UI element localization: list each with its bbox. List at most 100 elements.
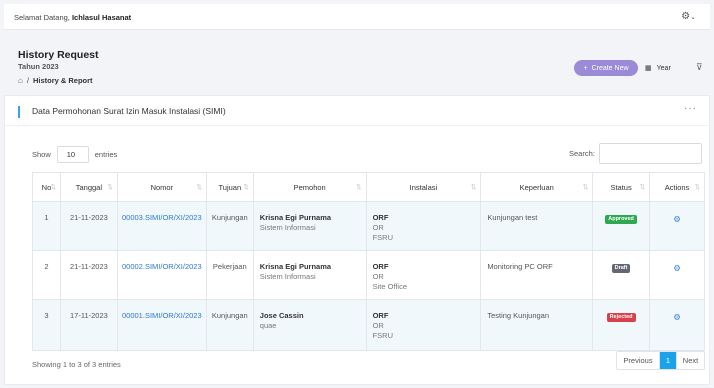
cell-instalasi: ORF OR FSRU <box>365 201 482 251</box>
create-new-button[interactable]: + Create New <box>574 60 638 76</box>
card-title: Data Permohonan Surat Izin Masuk Instala… <box>32 106 226 116</box>
cell-no: 1 <box>32 201 61 251</box>
instalasi-main: ORF <box>372 213 389 222</box>
nomor-link[interactable]: 00002.SIMI/OR/XI/2023 <box>122 262 202 271</box>
cell-actions: ⚙ <box>649 250 705 300</box>
sort-icon: ⇅ <box>107 184 113 191</box>
table-row: 1 21-11-2023 00003.SIMI/OR/XI/2023 Kunju… <box>32 201 705 251</box>
cell-status: Approved <box>592 201 651 251</box>
column-header-status[interactable]: Status ⇅ <box>592 172 651 202</box>
sort-icon: ⇅ <box>582 184 589 191</box>
page-1-button[interactable]: 1 <box>660 352 676 369</box>
breadcrumb-separator: / <box>26 76 29 85</box>
page-year: Tahun 2023 <box>18 62 59 71</box>
user-settings-menu[interactable]: ⚙⌄ <box>681 11 696 22</box>
entries-select[interactable]: 10 <box>56 146 89 163</box>
cell-no: 3 <box>32 299 61 351</box>
breadcrumb: ⌂ / History & Report <box>18 76 93 85</box>
cell-nomor: 00002.SIMI/OR/XI/2023 <box>116 250 207 300</box>
gear-icon[interactable]: ⚙ <box>673 214 681 224</box>
sort-icon: ⇅ <box>196 184 202 191</box>
cell-status: Draft <box>592 250 651 300</box>
cell-nomor: 00003.SIMI/OR/XI/2023 <box>116 201 207 251</box>
column-header-instalasi[interactable]: Instalasi ⇅ <box>365 172 482 202</box>
column-header-nomor[interactable]: Nomor ⇅ <box>116 172 207 202</box>
cell-nomor: 00001.SIMI/OR/XI/2023 <box>116 299 207 351</box>
cell-tanggal: 21-11-2023 <box>59 250 118 300</box>
instalasi-main: ORF <box>372 311 389 320</box>
sort-icon: ⇅ <box>639 184 646 191</box>
pagination: Previous 1 Next <box>616 351 705 370</box>
pemohon-dept: quae <box>259 321 277 330</box>
card-header: Data Permohonan Surat Izin Masuk Instala… <box>5 96 709 126</box>
breadcrumb-current: History & Report <box>32 76 93 85</box>
instalasi-line: OR <box>372 272 384 281</box>
cell-tujuan: Pekerjaan <box>205 250 254 300</box>
sort-icon: ⇅ <box>356 184 362 191</box>
page-title: History Request <box>18 49 99 61</box>
gear-icon: ⚙ <box>681 11 691 22</box>
cell-tanggal: 21-11-2023 <box>59 201 118 251</box>
entries-info: Showing 1 to 3 of 3 entries <box>32 360 121 369</box>
next-page-button[interactable]: Next <box>676 352 704 369</box>
instalasi-line: FSRU <box>372 331 393 340</box>
instalasi-line: FSRU <box>372 233 393 242</box>
instalasi-line: Site Office <box>372 282 408 291</box>
column-header-tujuan[interactable]: Tujuan ⇅ <box>205 172 254 202</box>
instalasi-line: OR <box>372 223 384 232</box>
cell-instalasi: ORF OR FSRU <box>365 299 482 351</box>
nomor-link[interactable]: 00003.SIMI/OR/XI/2023 <box>122 213 202 222</box>
cell-tanggal: 17-11-2023 <box>59 299 118 351</box>
cell-instalasi: ORF OR Site Office <box>365 250 482 300</box>
cell-actions: ⚙ <box>649 299 705 351</box>
sort-icon: ⇅ <box>243 184 249 191</box>
column-header-actions[interactable]: Actions ⇅ <box>649 172 705 202</box>
show-label: Show <box>32 150 51 159</box>
home-icon[interactable]: ⌂ <box>18 76 23 85</box>
create-new-label: Create New <box>591 64 629 72</box>
cell-keperluan: Kunjungan test <box>480 201 594 251</box>
welcome-prefix: Selamat Datang, <box>14 13 70 22</box>
gear-icon[interactable]: ⚙ <box>673 312 681 322</box>
previous-page-button[interactable]: Previous <box>617 352 660 369</box>
pemohon-name: Jose Cassin <box>259 311 304 320</box>
cell-keperluan: Monitoring PC ORF <box>480 250 594 300</box>
column-header-keperluan[interactable]: Keperluan ⇅ <box>480 172 594 202</box>
cell-tujuan: Kunjungan <box>205 201 254 251</box>
filter-icon[interactable]: ⊽ <box>696 62 703 73</box>
cell-pemohon: Krisna Egi Purnama Sistem Informasi <box>252 201 367 251</box>
card-accent-bar <box>18 106 20 118</box>
instalasi-line: OR <box>372 321 384 330</box>
user-name: Ichlasul Hasanat <box>71 13 132 22</box>
simi-table: No ⇅ Tanggal ⇅ Nomor ⇅ Tujuan ⇅ Pemohon ⇅ Ins… <box>32 172 705 351</box>
entries-label: entries <box>94 150 118 159</box>
pemohon-name: Krisna Egi Purnama <box>259 262 332 271</box>
pemohon-name: Krisna Egi Purnama <box>259 213 332 222</box>
cell-no: 2 <box>32 250 61 300</box>
column-header-pemohon[interactable]: Pemohon ⇅ <box>252 172 367 202</box>
pemohon-dept: Sistem Informasi <box>259 223 316 232</box>
chevron-down-icon: ⌄ <box>690 14 696 21</box>
more-options-icon[interactable]: ··· <box>684 103 697 114</box>
top-bar: Selamat Datang, Ichlasul Hasanat ⚙⌄ <box>4 4 710 30</box>
search-input[interactable] <box>598 143 702 164</box>
nomor-link[interactable]: 00001.SIMI/OR/XI/2023 <box>122 311 202 320</box>
column-header-no[interactable]: No ⇅ <box>32 172 61 202</box>
year-button[interactable]: ▦ Year <box>645 60 671 76</box>
status-badge: Approved <box>605 215 637 224</box>
table-row: 3 17-11-2023 00001.SIMI/OR/XI/2023 Kunju… <box>32 299 705 351</box>
sort-icon: ⇅ <box>50 184 56 191</box>
calendar-icon: ▦ <box>645 65 652 72</box>
column-header-tanggal[interactable]: Tanggal ⇅ <box>59 172 118 202</box>
instalasi-main: ORF <box>372 262 389 271</box>
entries-length-control: Show 10 entries <box>32 146 117 163</box>
cell-tujuan: Kunjungan <box>205 299 254 351</box>
sort-icon: ⇅ <box>470 184 477 191</box>
simi-card: Data Permohonan Surat Izin Masuk Instala… <box>4 95 710 385</box>
sort-icon: ⇅ <box>694 184 700 191</box>
cell-status: Rejected <box>592 299 651 351</box>
gear-icon[interactable]: ⚙ <box>673 263 681 273</box>
table-search: Search: <box>569 143 702 164</box>
table-header-row: No ⇅ Tanggal ⇅ Nomor ⇅ Tujuan ⇅ Pemohon ⇅ Ins… <box>32 172 705 202</box>
table-row: 2 21-11-2023 00002.SIMI/OR/XI/2023 Peker… <box>32 250 705 300</box>
